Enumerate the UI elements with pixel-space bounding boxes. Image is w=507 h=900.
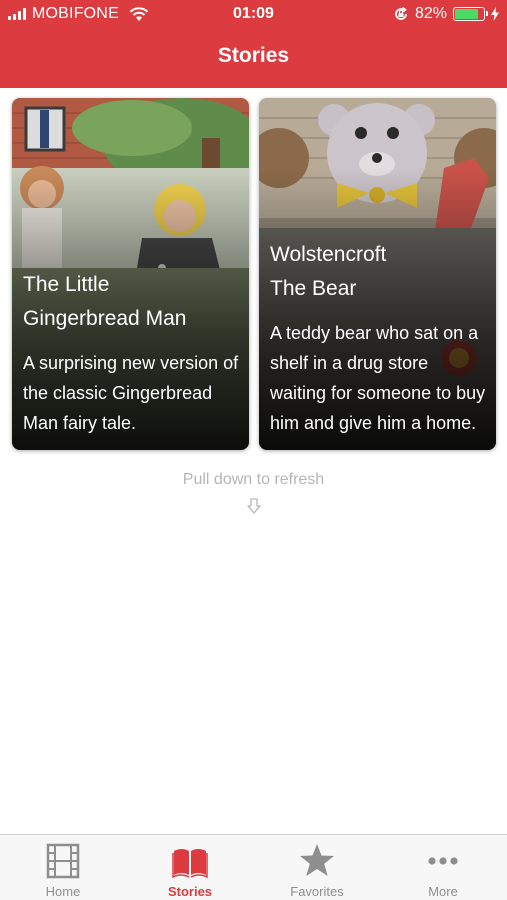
tab-favorites[interactable]: Favorites: [254, 835, 380, 900]
down-arrow-icon: [247, 498, 261, 514]
charging-bolt-icon: [491, 7, 499, 21]
tab-label: Favorites: [290, 884, 344, 899]
story-title: Wolstencroft The Bear: [270, 243, 387, 300]
open-book-icon: [172, 849, 208, 879]
film-icon: [46, 843, 80, 879]
status-bar: MOBIFONE 01:09 82%: [0, 0, 507, 30]
tab-stories[interactable]: Stories: [127, 835, 253, 900]
story-card-gingerbread-man[interactable]: The Little Gingerbread Man A surprising …: [12, 98, 249, 450]
tab-home[interactable]: Home: [0, 835, 126, 900]
more-dots-icon: [428, 857, 458, 865]
tab-more[interactable]: More: [380, 835, 506, 900]
battery-percent: 82%: [414, 5, 447, 22]
page-title: Stories: [217, 44, 290, 67]
story-title: The Little Gingerbread Man: [23, 273, 187, 330]
tab-bar: Home Stories Favorites More: [0, 834, 507, 900]
stories-screen: MOBIFONE 01:09 82% Stories The Little Gi…: [0, 0, 507, 900]
story-description: A teddy bear who sat on a shelf in a dru…: [270, 323, 486, 433]
star-icon: [300, 844, 334, 876]
tab-label: Stories: [167, 884, 213, 899]
story-card-wolstencroft-the-bear[interactable]: Wolstencroft The Bear A teddy bear who s…: [259, 98, 496, 450]
story-card-text: The Little Gingerbread Man A surprising …: [23, 268, 239, 438]
story-card-text: Wolstencroft The Bear A teddy bear who s…: [270, 238, 486, 438]
tab-label: Home: [45, 884, 81, 899]
pull-to-refresh-hint: Pull down to refresh: [182, 471, 325, 488]
status-right: 82%: [393, 5, 499, 23]
header: MOBIFONE 01:09 82% Stories: [0, 0, 507, 88]
rotation-lock-icon: [395, 6, 407, 20]
battery-icon: [453, 7, 488, 21]
tab-label: More: [428, 884, 458, 899]
story-description: A surprising new version of the classic …: [23, 353, 239, 433]
